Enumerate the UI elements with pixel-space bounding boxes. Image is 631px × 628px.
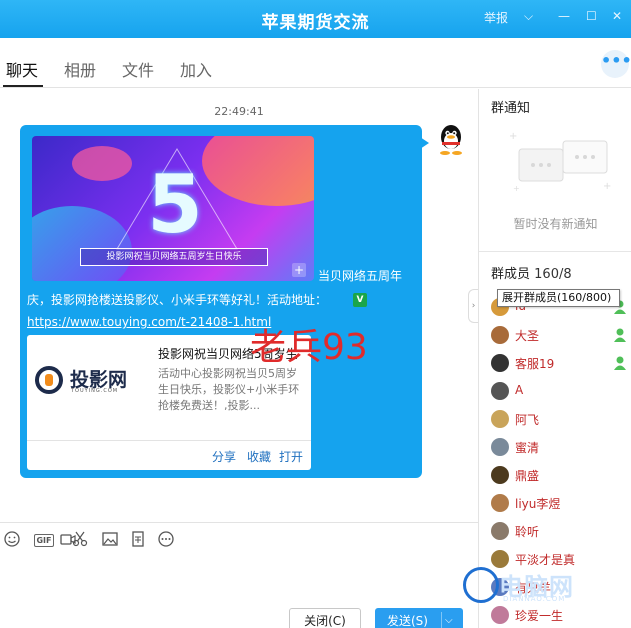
tab-files[interactable]: 文件 xyxy=(122,57,154,81)
report-button[interactable]: 举报 xyxy=(484,9,508,26)
open-button[interactable]: 打开 xyxy=(279,448,303,465)
member-name: A xyxy=(515,383,524,397)
member-avatar[interactable] xyxy=(491,466,509,484)
panel-collapse-handle[interactable]: › xyxy=(468,289,478,323)
active-tab-indicator xyxy=(3,85,43,87)
banner-caption: 投影网祝当贝网络五周岁生日快乐 xyxy=(80,248,268,266)
card-divider xyxy=(27,440,311,441)
gif-icon[interactable]: GIF xyxy=(34,534,54,547)
svg-text:+: + xyxy=(513,184,520,193)
message-text-line: 庆，投影网抢楼送投影仪、小米手环等好礼！活动地址： xyxy=(27,293,328,307)
qq-penguin-avatar[interactable] xyxy=(436,123,466,155)
site-watermark-logo: 电脑网 DIANNAO.COM xyxy=(463,565,613,615)
member-avatar[interactable] xyxy=(491,438,509,456)
favorite-button[interactable]: 收藏 xyxy=(247,448,271,465)
watermark-logo-sub: DIANNAO.COM xyxy=(503,595,566,603)
logo-subtext: TOUYING.COM xyxy=(71,388,119,394)
watermark-text: 老兵93 xyxy=(250,327,368,368)
verified-icon: V xyxy=(353,293,367,307)
member-list-item[interactable]: 阿飞 xyxy=(489,409,629,431)
svg-text:+: + xyxy=(603,181,611,192)
member-list-item[interactable]: liyu李煜 xyxy=(489,493,629,515)
member-avatar[interactable] xyxy=(491,354,509,372)
more-options-button[interactable]: ••• xyxy=(601,50,631,78)
tab-chat[interactable]: 聊天 xyxy=(6,57,38,81)
members-count: 160/8 xyxy=(534,267,572,282)
admin-user-icon xyxy=(614,328,626,342)
tab-bar: 聊天 相册 文件 加入 ••• xyxy=(0,38,631,88)
anniversary-banner-image[interactable]: 5 投影网祝当贝网络五周岁生日快乐 xyxy=(32,136,314,281)
member-name: 阿飞 xyxy=(515,413,540,427)
member-list-item[interactable]: 蜜清 xyxy=(489,437,629,459)
chat-area[interactable]: 22:49:41 5 投影网祝当贝网络五周岁生日快乐 + 当贝网络五周年 庆，投… xyxy=(0,89,478,522)
tab-join[interactable]: 加入 xyxy=(180,57,212,81)
no-notice-text: 暂时没有新通知 xyxy=(513,217,598,231)
minimize-icon[interactable]: — xyxy=(558,9,570,23)
member-avatar[interactable] xyxy=(491,326,509,344)
watermark-ring-icon xyxy=(463,567,499,603)
send-divider xyxy=(441,612,442,628)
member-name: liyu李煜 xyxy=(515,497,561,511)
document-icon[interactable] xyxy=(128,530,148,550)
more-icon[interactable] xyxy=(156,530,176,550)
logo-ring-icon xyxy=(35,366,63,394)
member-avatar[interactable] xyxy=(491,494,509,512)
tab-album[interactable]: 相册 xyxy=(64,57,96,81)
emoji-icon[interactable] xyxy=(2,530,22,550)
title-bar: 苹果期货交流 举报 ⌵ — ☐ ✕ xyxy=(0,0,631,38)
member-list-item[interactable]: 客服19 xyxy=(489,353,629,375)
input-toolbar: GIF xyxy=(0,528,478,554)
bubble-tail xyxy=(420,137,429,149)
send-button-label: 发送(S) xyxy=(387,614,428,628)
group-notice-title: 群通知 xyxy=(491,101,531,116)
window-title: 苹果期货交流 xyxy=(261,13,370,33)
close-button[interactable]: 关闭(C) xyxy=(289,608,361,628)
input-divider xyxy=(0,522,478,523)
member-avatar[interactable] xyxy=(491,522,509,540)
member-list-item[interactable]: 大圣 xyxy=(489,325,629,347)
message-text-line: 当贝网络五周年 xyxy=(318,269,403,283)
member-avatar[interactable] xyxy=(491,382,509,400)
banner-number: 5 xyxy=(147,158,203,251)
send-button[interactable]: 发送(S) ⌵ xyxy=(375,608,463,628)
chevron-down-icon[interactable]: ⌵ xyxy=(524,9,533,24)
maximize-icon[interactable]: ☐ xyxy=(586,9,597,23)
members-title-label: 群成员 xyxy=(491,267,531,282)
member-name: 鼎盛 xyxy=(515,469,540,483)
member-list-item[interactable]: 聆听 xyxy=(489,521,629,543)
member-name: 大圣 xyxy=(515,329,540,343)
share-button[interactable]: 分享 xyxy=(212,448,236,465)
panel-divider xyxy=(479,251,631,252)
member-list-item[interactable]: 鼎盛 xyxy=(489,465,629,487)
admin-user-icon xyxy=(614,356,626,370)
member-name: 蜜清 xyxy=(515,441,540,455)
card-description: 活动中心投影网祝当贝5周岁生日快乐，投影仪+小米手环抢楼免费送！,投影... xyxy=(158,367,300,412)
message-timestamp: 22:49:41 xyxy=(214,105,264,118)
expand-image-icon[interactable]: + xyxy=(292,263,306,277)
member-list-item[interactable]: A xyxy=(489,381,629,403)
close-icon[interactable]: ✕ xyxy=(612,9,622,23)
expand-members-tooltip: 展开群成员(160/800) xyxy=(497,289,620,307)
image-icon[interactable] xyxy=(100,530,120,550)
member-name: 聆听 xyxy=(515,525,540,539)
member-name: 客服19 xyxy=(515,357,555,371)
svg-text:+: + xyxy=(509,131,517,142)
group-members-title[interactable]: 群成员 160/8 xyxy=(491,263,572,282)
chevron-down-icon[interactable]: ⌵ xyxy=(445,608,453,628)
message-link[interactable]: https://www.touying.com/t-21408-1.html xyxy=(27,315,271,329)
touying-logo: 投影网 TOUYING.COM xyxy=(35,365,145,405)
member-avatar[interactable] xyxy=(491,410,509,428)
scissors-icon[interactable] xyxy=(70,530,90,550)
empty-notice-illustration: + + + xyxy=(509,131,611,193)
